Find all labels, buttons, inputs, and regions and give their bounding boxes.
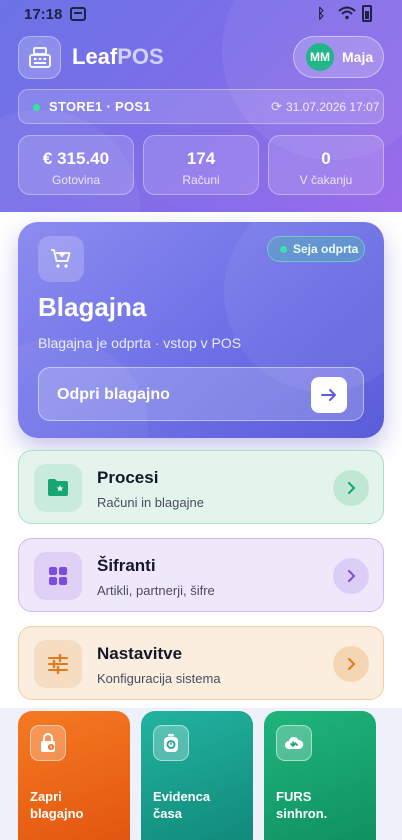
stat-receipts: 174 Računi [143,135,259,195]
stat-value: € 315.40 [42,149,110,168]
cloud-sync-icon [276,725,312,761]
menu-subtitle: Konfiguracija sistema [97,671,221,686]
stat-value: 0 [321,149,331,168]
app-title-part: Leaf [72,44,118,69]
status-bar: 17:18 ᛒ [0,0,402,30]
menu-item-nastavitve[interactable]: Nastavitve Konfiguracija sistema [18,626,384,700]
menu-title: Nastavitve [97,644,183,663]
user-menu-button[interactable]: MM Maja [293,36,384,78]
cash-register-icon [18,36,61,79]
cart-add-icon [38,236,84,282]
arrow-right-icon [311,377,347,413]
timer-icon [153,725,189,761]
wifi-icon [338,6,356,20]
session-dot [280,245,287,253]
register-subtitle: Blagajna je odprta · vstop v POS [38,335,242,351]
stat-cash: € 315.40 Gotovina [18,135,134,195]
stat-value: 174 [186,149,216,168]
close-register-tile[interactable]: Zapri blagajno [18,711,130,840]
avatar: MM [306,43,334,71]
stat-pending: 0 V čakanju [268,135,384,195]
bluetooth-icon: ᛒ [317,5,326,21]
menu-item-procesi[interactable]: Procesi Računi in blagajne [18,450,384,524]
register-card: Seja odprta Blagajna Blagajna je odprta … [18,222,384,438]
header: 17:18 ᛒ LeafPOS MM Maja STORE1 · POS1 ⟳ … [0,0,402,212]
sliders-icon [34,640,82,688]
menu-title: Šifranti [97,556,156,575]
chevron-right-icon [333,470,369,506]
store-label: STORE1 · POS1 [49,99,151,114]
register-title: Blagajna [38,292,147,322]
menu-item-sifranti[interactable]: Šifranti Artikli, partnerji, šifre [18,538,384,612]
menu-subtitle: Artikli, partnerji, šifre [97,583,215,598]
time-tracking-tile[interactable]: Evidenca časa [141,711,253,840]
sync-icon: ⟳ [271,99,282,114]
lock-icon [30,725,66,761]
session-status-text: Seja odprta [293,242,359,256]
notification-app-icon [70,7,86,21]
stat-label: Računi [182,173,220,187]
menu-title: Procesi [97,468,159,487]
tile-label: Zapri blagajno [30,789,84,821]
open-register-button[interactable]: Odpri blagajno [38,367,364,421]
stat-label: Gotovina [51,173,101,187]
app-title-accent: POS [117,44,164,69]
folder-star-icon [34,464,82,512]
status-time: 17:18 [24,6,63,23]
menu-subtitle: Računi in blagajne [97,495,204,510]
online-status-dot [33,104,40,111]
furs-sync-tile[interactable]: FURS sinhron. [264,711,376,840]
user-name: Maja [342,49,374,65]
stat-label: V čakanju [299,173,353,187]
last-sync-datetime: 31.07.2026 17:07 [286,100,380,114]
session-status-badge: Seja odprta [267,236,365,262]
store-info-bar: STORE1 · POS1 ⟳ 31.07.2026 17:07 [18,89,384,124]
tile-label: FURS sinhron. [276,789,328,821]
open-register-label: Odpri blagajno [57,386,170,403]
chevron-right-icon [333,558,369,594]
app-title: LeafPOS [72,44,164,70]
chevron-right-icon [333,646,369,682]
tile-label: Evidenca časa [153,789,211,821]
grid-icon [34,552,82,600]
battery-icon [362,5,372,22]
